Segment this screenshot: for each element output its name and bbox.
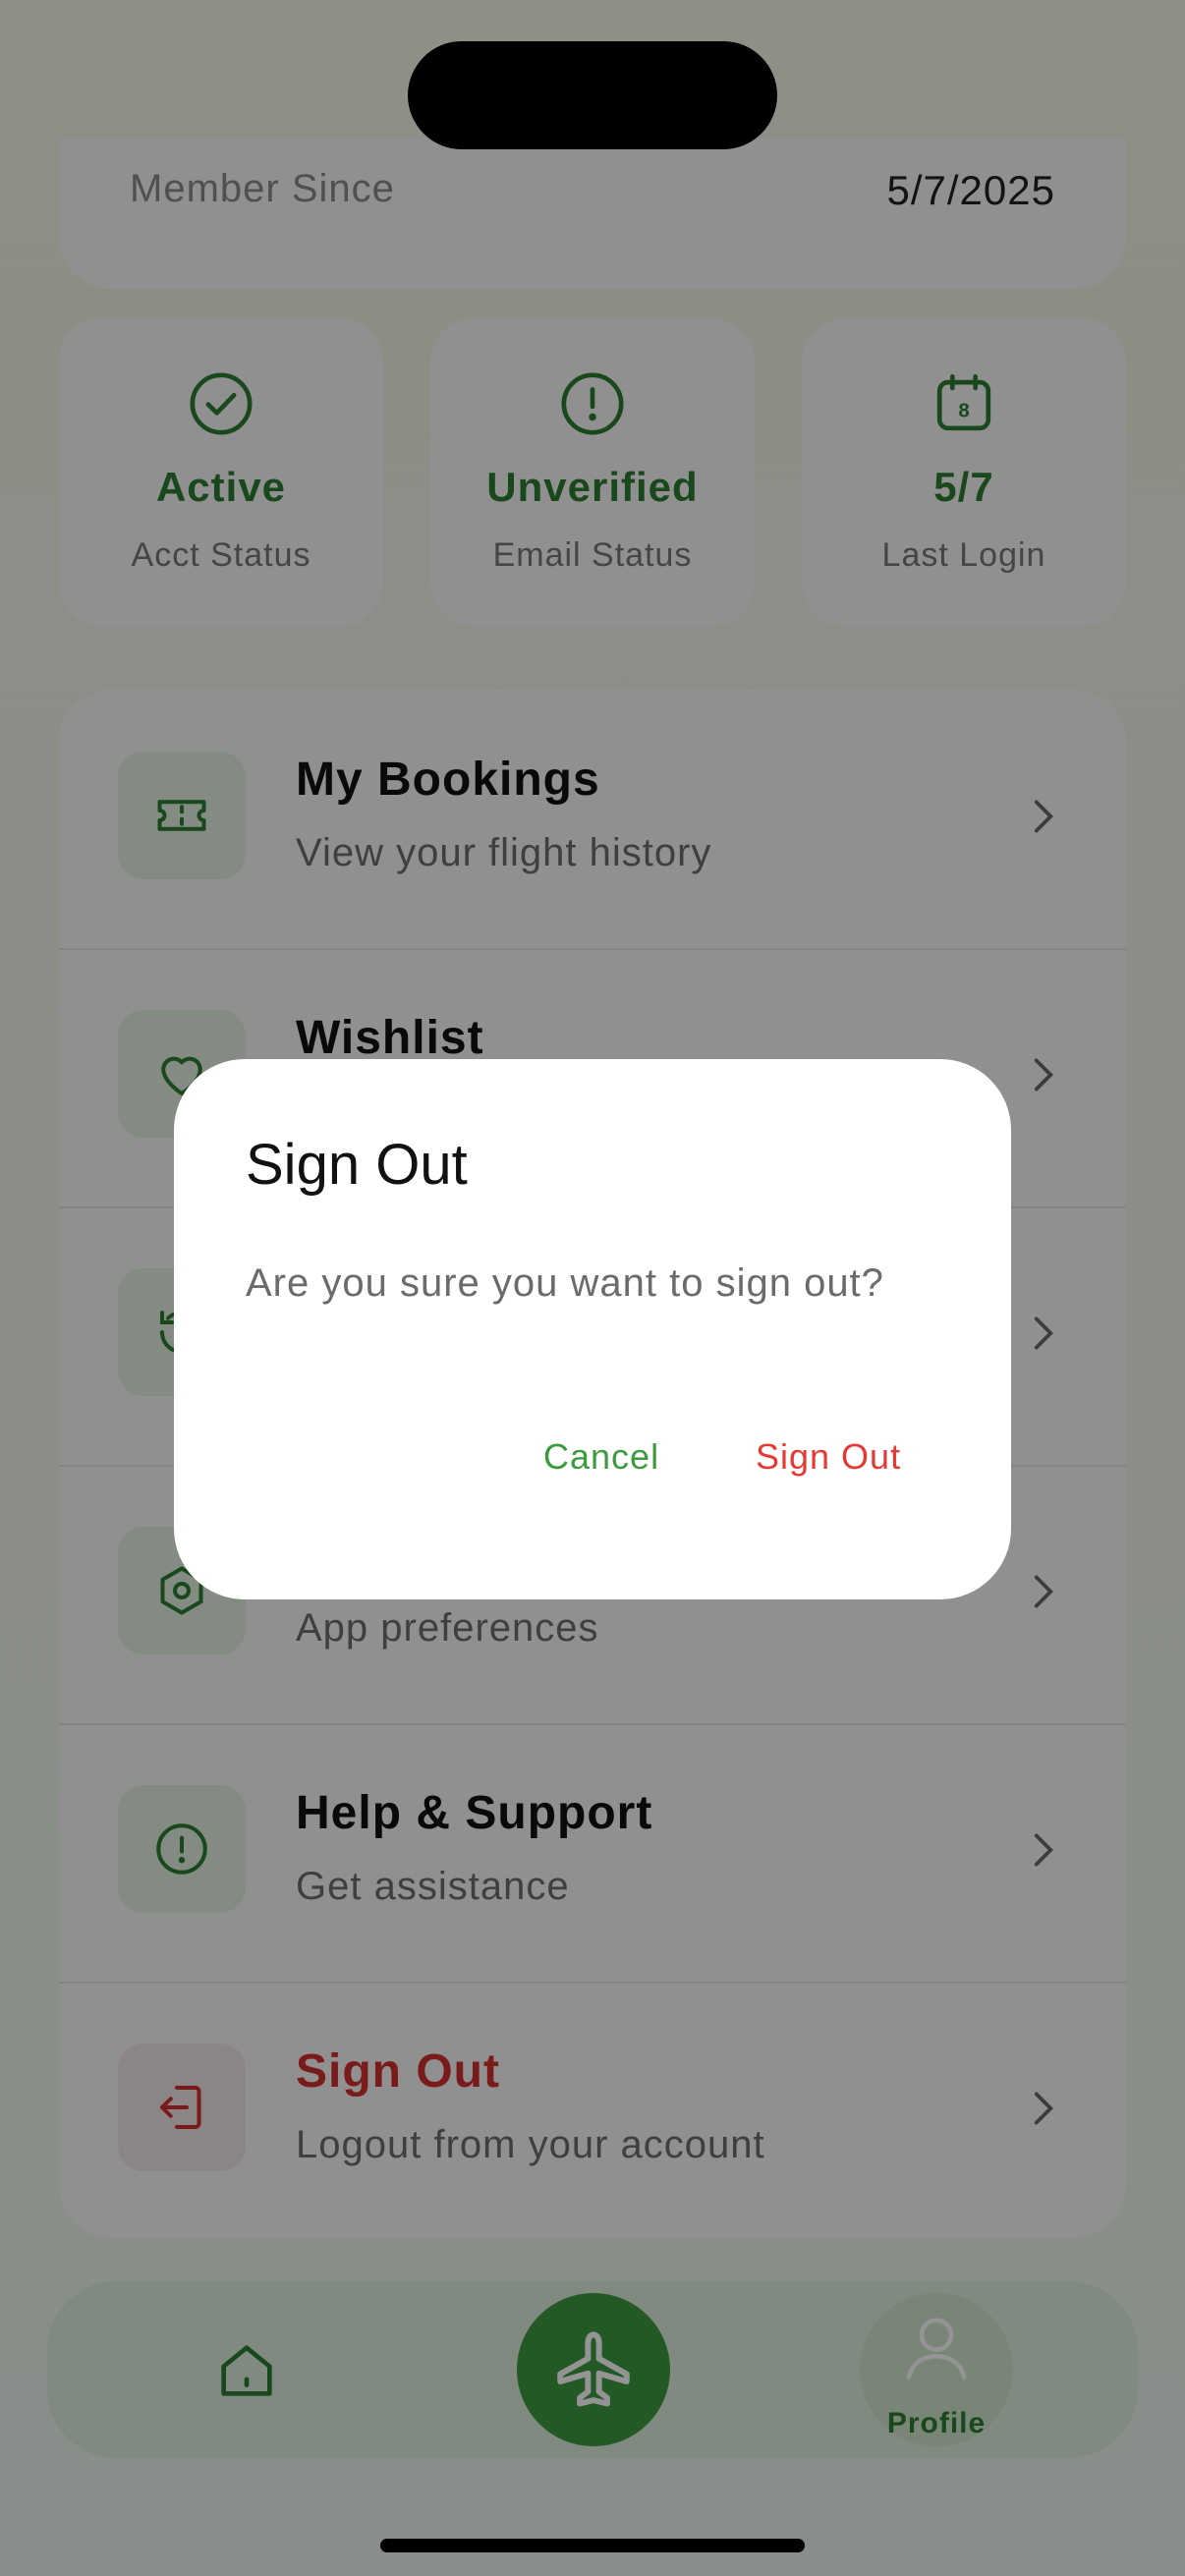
confirm-sign-out-button[interactable]: Sign Out bbox=[756, 1436, 901, 1478]
home-indicator bbox=[380, 2539, 805, 2552]
dialog-title: Sign Out bbox=[246, 1133, 468, 1197]
sign-out-dialog: Sign Out Are you sure you want to sign o… bbox=[174, 1059, 1011, 1599]
dialog-message: Are you sure you want to sign out? bbox=[246, 1261, 884, 1305]
cancel-button[interactable]: Cancel bbox=[543, 1436, 659, 1478]
dynamic-island bbox=[408, 41, 777, 149]
